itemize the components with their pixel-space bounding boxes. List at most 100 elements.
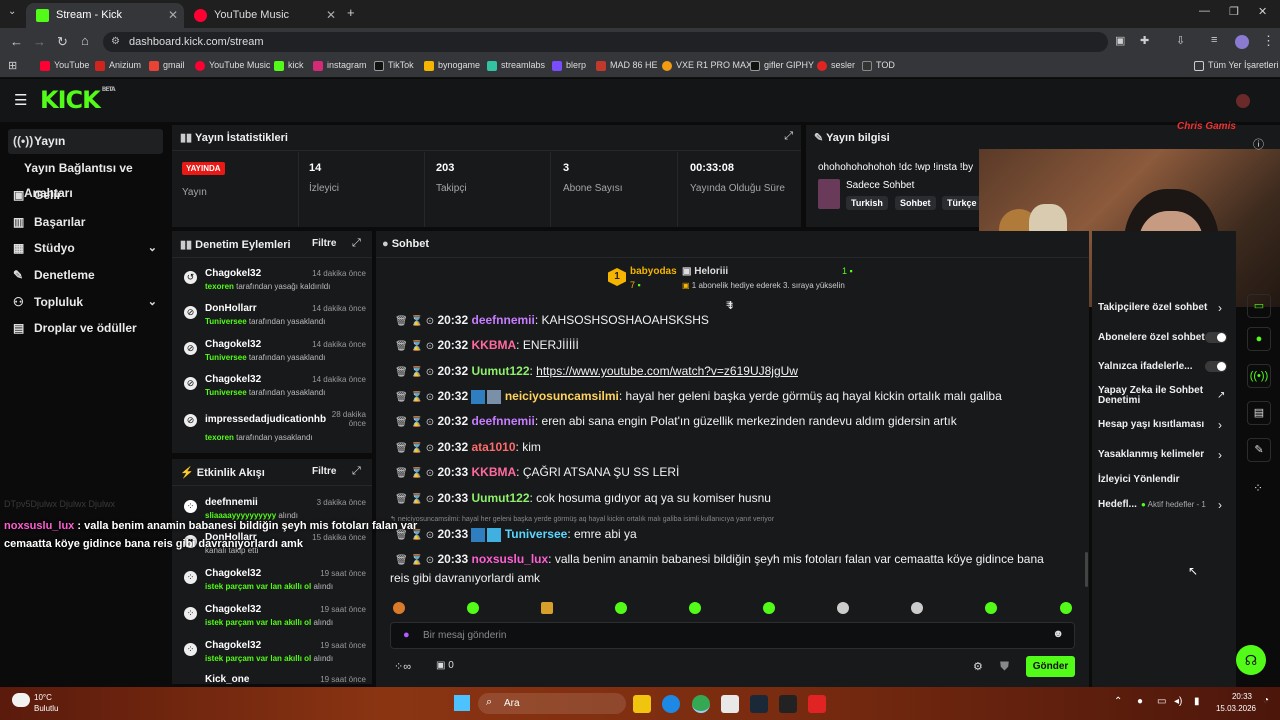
bookmark-youtube[interactable]: YouTube xyxy=(40,60,89,71)
bookmark-kick[interactable]: kick xyxy=(274,60,304,71)
message-user[interactable]: Uumut122 xyxy=(471,364,529,378)
log-actor[interactable]: texoren xyxy=(205,282,234,291)
emote-icon[interactable] xyxy=(689,602,701,614)
new-tab-icon[interactable]: + xyxy=(347,5,355,20)
tag-sohbet[interactable]: Sohbet xyxy=(895,196,936,210)
sidebar-item-yayin[interactable]: ((•)) Yayın xyxy=(8,129,163,154)
bookmark-tiktok[interactable]: TikTok xyxy=(374,60,414,71)
bookmark-mad86[interactable]: MAD 86 HE xyxy=(596,60,658,71)
mod-actions-icons[interactable]: 🗑 ⌛ ⊙ xyxy=(395,555,434,566)
message-user[interactable]: neiciyosuncamsilmi xyxy=(505,389,619,403)
bookmark-vxe[interactable]: VXE R1 PRO MAX xyxy=(662,60,752,71)
shield-icon[interactable]: ⛊ xyxy=(1000,659,1009,674)
tag-turkish[interactable]: Turkish xyxy=(846,196,888,210)
bookmark-streamlabs[interactable]: streamlabs xyxy=(487,60,545,71)
message-link[interactable]: https://www.youtube.com/watch?v=z619UJ8j… xyxy=(536,364,798,378)
reload-icon[interactable]: ↻ xyxy=(57,34,68,50)
emotes-only-toggle[interactable] xyxy=(1205,361,1227,372)
chat-message[interactable]: 🗑 ⌛ ⊙ 20:32 KKBMA: ENERJİİİİİ xyxy=(395,338,579,352)
app-icon[interactable] xyxy=(808,695,826,713)
message-user[interactable]: deefnnemii xyxy=(471,313,534,327)
chevron-right-icon[interactable]: › xyxy=(1218,301,1222,315)
sidebar-item-basarilar[interactable]: ▥ Başarılar xyxy=(8,210,163,235)
emote-icon[interactable] xyxy=(467,602,479,614)
setting-goals[interactable]: Hedefl... xyxy=(1098,499,1137,510)
scroll-down-icon[interactable]: ⇟ xyxy=(726,299,735,312)
emote-icon[interactable] xyxy=(985,602,997,614)
menu-kebab-icon[interactable]: ⋮ xyxy=(1262,33,1275,49)
chat-message[interactable]: 🗑 ⌛ ⊙ 20:33 noxsuslu_lux: valla benim an… xyxy=(395,552,1044,566)
address-bar[interactable]: ⚙ dashboard.kick.com/stream xyxy=(103,32,1108,52)
windows-start-icon[interactable] xyxy=(454,695,470,711)
taskbar-search[interactable]: ⌕ Ara xyxy=(478,693,626,714)
hamburger-menu-icon[interactable]: ☰ xyxy=(14,91,27,109)
chat-message[interactable]: 🗑 ⌛ ⊙ 20:32 ata1010: kim xyxy=(395,440,541,454)
log-actor[interactable]: texoren xyxy=(205,433,234,442)
activity-user[interactable]: Chagokel32 xyxy=(205,640,261,651)
tab-search-icon[interactable]: ⌄ xyxy=(8,6,16,17)
emote-icon[interactable] xyxy=(837,602,849,614)
popout-icon[interactable]: ⤢ xyxy=(784,130,793,143)
sidebar-item-droplar[interactable]: ▤ Droplar ve ödüller xyxy=(8,316,163,341)
setting-raid[interactable]: İzleyici Yönlendir xyxy=(1098,474,1180,485)
log-user[interactable]: DonHollarr xyxy=(205,303,257,314)
emote-icon[interactable] xyxy=(911,602,923,614)
user-avatar[interactable] xyxy=(1236,94,1250,108)
second-gifter[interactable]: ▣ Heloriii xyxy=(682,266,728,277)
kick-logo[interactable]: KICK BETA xyxy=(40,86,116,114)
broadcast-rail-icon[interactable]: ((•)) xyxy=(1247,364,1271,388)
bookmark-youtube-music[interactable]: YouTube Music xyxy=(195,60,270,71)
support-chat-button[interactable]: ☊ xyxy=(1236,645,1266,675)
subscribers-only-toggle[interactable] xyxy=(1205,332,1227,343)
bookmark-sesler[interactable]: sesler xyxy=(817,60,855,71)
bookmark-bynogame[interactable]: bynogame xyxy=(424,60,480,71)
community-rail-icon[interactable]: ⁘ xyxy=(1253,481,1263,495)
home-icon[interactable]: ⌂ xyxy=(81,33,89,48)
downloads-icon[interactable]: ⇩ xyxy=(1176,34,1185,47)
activity-user[interactable]: Chagokel32 xyxy=(205,604,261,615)
reply-context[interactable]: ↰ neiciyosuncamsilmi: hayal her geleni b… xyxy=(390,515,774,523)
bookmark-blerp[interactable]: blerp xyxy=(552,60,586,71)
back-icon[interactable]: ← xyxy=(10,34,23,49)
emote-icon[interactable] xyxy=(393,602,405,614)
send-button[interactable]: Gönder xyxy=(1026,656,1075,677)
message-user[interactable]: ata1010 xyxy=(471,440,515,454)
log-user[interactable]: Chagokel32 xyxy=(205,268,261,279)
mod-actions-icons[interactable]: 🗑 ⌛ ⊙ xyxy=(395,494,434,505)
tray-chevron-icon[interactable]: ⌃ xyxy=(1114,696,1122,707)
log-user[interactable]: impressedadjudicationhb xyxy=(205,414,326,425)
top-gifter-name[interactable]: babyodas xyxy=(630,266,677,277)
message-user[interactable]: noxsuslu_lux xyxy=(471,552,548,566)
setting-ai-moderation[interactable]: Yapay Zeka ile Sohbet Denetimi xyxy=(1098,386,1208,406)
sidebar-item-denetleme[interactable]: ✎ Denetleme xyxy=(8,263,163,288)
mod-actions-icons[interactable]: 🗑 ⌛ ⊙ xyxy=(395,468,434,479)
activity-user[interactable]: Kick_one xyxy=(205,674,249,684)
chevron-right-icon[interactable]: › xyxy=(1218,418,1222,432)
network-icon[interactable]: ▭ xyxy=(1157,696,1166,707)
edge-icon[interactable] xyxy=(662,695,680,713)
wrench-rail-icon[interactable]: ✎ xyxy=(1247,438,1271,462)
bookmark-gmail[interactable]: gmail xyxy=(149,60,185,71)
log-actor[interactable]: Tuniversee xyxy=(205,353,247,362)
notification-icon[interactable]: ◔ xyxy=(1263,695,1269,706)
sidebar-item-stream-key[interactable]: Yayın Bağlantısı ve Anahtarı xyxy=(8,156,172,200)
puzzle-icon[interactable]: ✚ xyxy=(1140,34,1149,47)
emote-icon[interactable] xyxy=(615,602,627,614)
close-tab-icon[interactable]: ✕ xyxy=(168,3,178,28)
volume-icon[interactable]: ◂) xyxy=(1174,696,1182,707)
emote-icon[interactable] xyxy=(541,602,553,614)
emote-icon[interactable] xyxy=(1060,602,1072,614)
chat-message[interactable]: 🗑 ⌛ ⊙ 20:33 Tuniversee: emre abi ya xyxy=(395,527,637,542)
microphone-icon[interactable]: ● xyxy=(403,629,410,641)
setting-followers-only[interactable]: Takipçilere özel sohbet xyxy=(1098,302,1207,313)
bookmark-anizium[interactable]: Anizium xyxy=(95,60,141,71)
mod-actions-icons[interactable]: 🗑 ⌛ ⊙ xyxy=(395,392,434,403)
chevron-right-icon[interactable]: › xyxy=(1218,448,1222,462)
chat-input[interactable]: ● Bir mesaj gönderin ☻ xyxy=(390,622,1075,649)
close-tab-icon[interactable]: ✕ xyxy=(326,3,336,28)
apps-grid-icon[interactable]: ⊞ xyxy=(8,59,17,72)
weather-icon[interactable] xyxy=(12,693,30,707)
setting-account-age[interactable]: Hesap yaşı kısıtlaması xyxy=(1098,419,1204,430)
clock-time[interactable]: 20:33 xyxy=(1212,692,1252,701)
tab-kick-dashboard[interactable]: Stream - Kick Dashboard ✕ xyxy=(26,3,184,46)
